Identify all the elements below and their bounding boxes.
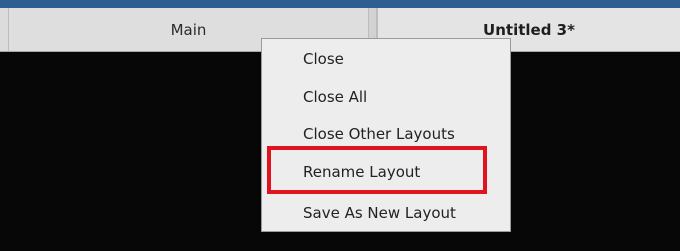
menu-item-close-all[interactable]: Close All bbox=[303, 87, 367, 107]
tab-untitled-3-label: Untitled 3* bbox=[483, 20, 575, 39]
menu-item-save-as-new-layout[interactable]: Save As New Layout bbox=[303, 203, 456, 223]
tab-context-menu: Close Close All Close Other Layouts Rena… bbox=[261, 38, 511, 232]
menu-item-rename-layout[interactable]: Rename Layout bbox=[303, 162, 420, 182]
menu-item-close-other-layouts[interactable]: Close Other Layouts bbox=[303, 124, 455, 144]
tab-main-label: Main bbox=[170, 20, 207, 39]
menu-item-close[interactable]: Close bbox=[303, 49, 344, 69]
window-title-strip bbox=[0, 0, 680, 8]
